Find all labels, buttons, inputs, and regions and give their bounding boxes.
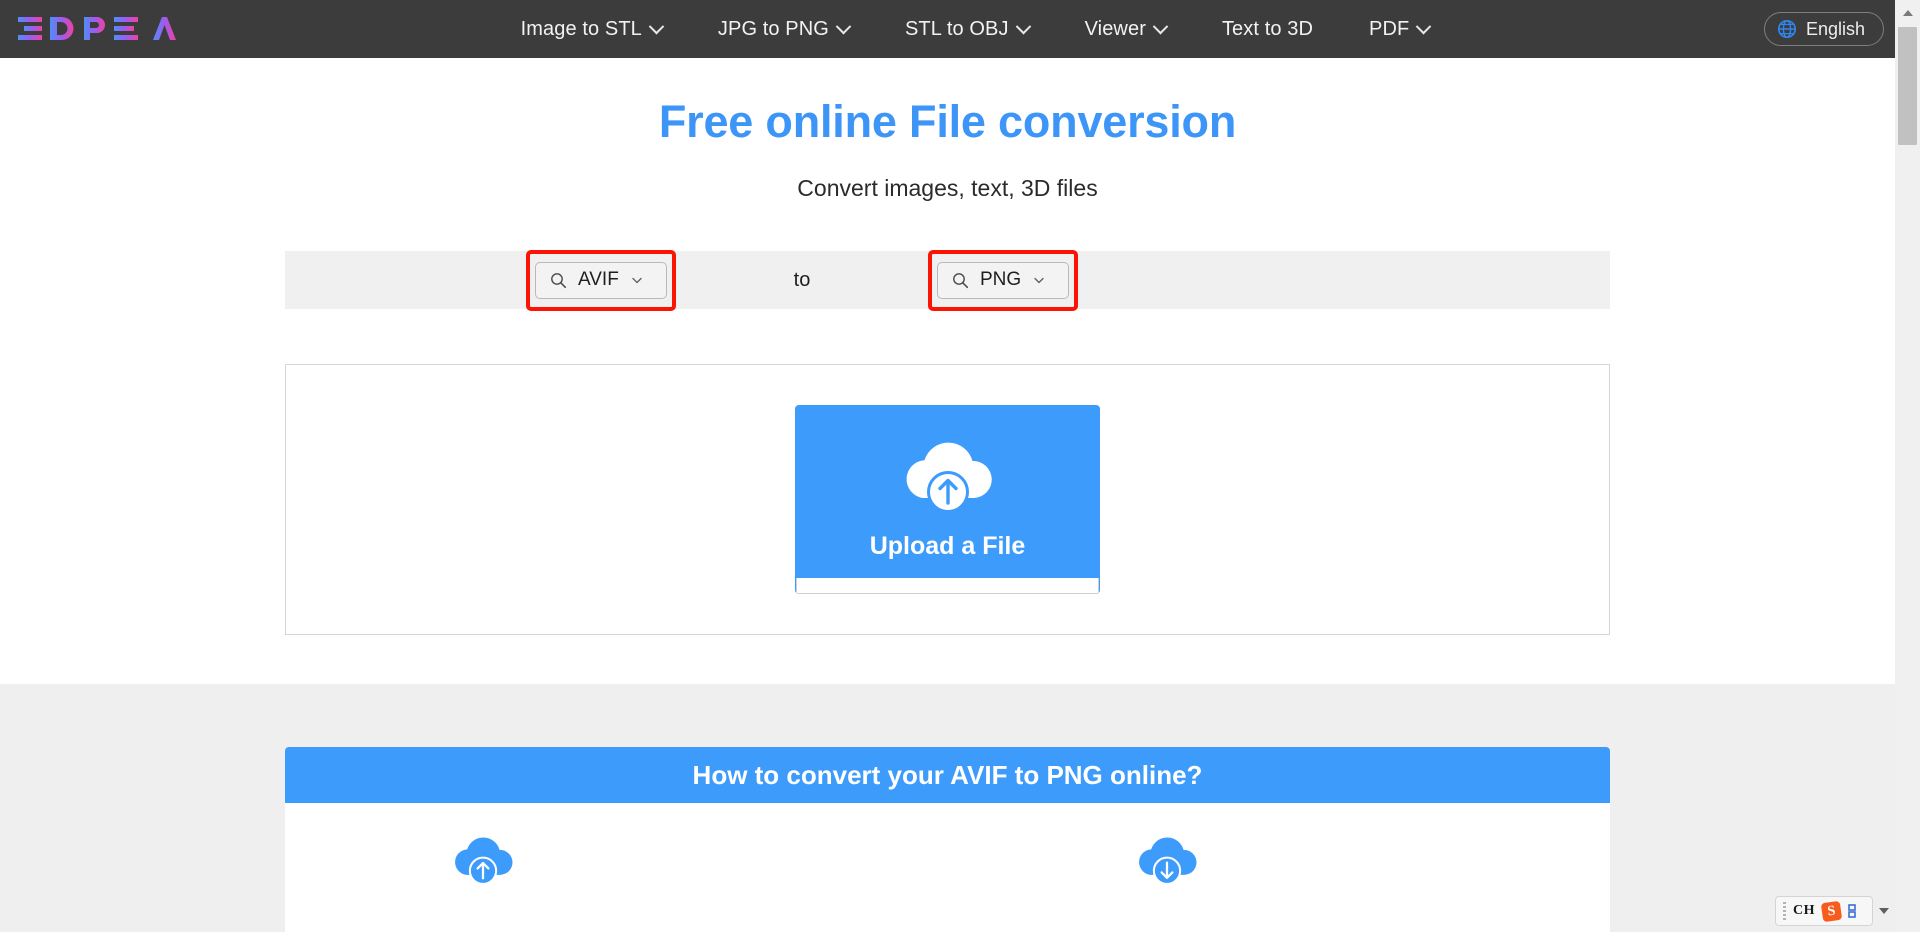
nav-item-label: STL to OBJ [904, 17, 1009, 40]
nav-item-jpg-to-png[interactable]: JPG to PNG [717, 17, 852, 41]
nav-item-stl-to-obj[interactable]: STL to OBJ [904, 17, 1031, 41]
nav-item-label: JPG to PNG [717, 17, 829, 40]
howto-card: How to convert your AVIF to PNG online? [285, 747, 1610, 932]
howto-step-2 [1131, 829, 1203, 891]
target-format-wrapper: PNG [928, 249, 1078, 311]
chevron-down-icon [1152, 18, 1169, 34]
top-navigation-bar: Image to STL JPG to PNG STL to OBJ Viewe… [0, 0, 1908, 58]
chevron-down-icon [1416, 18, 1432, 34]
cloud-upload-icon [906, 442, 992, 513]
nav-item-pdf[interactable]: PDF [1369, 17, 1432, 41]
scrollbar-up-button[interactable] [1895, 0, 1920, 25]
upload-drop-panel[interactable]: Upload a File [285, 364, 1610, 635]
page-root: Image to STL JPG to PNG STL to OBJ Viewe… [0, 0, 1920, 932]
source-format-select[interactable]: AVIF [535, 261, 667, 299]
conversion-separator-label: to [793, 268, 811, 291]
drag-handle-icon[interactable] [1783, 902, 1786, 920]
howto-heading: How to convert your AVIF to PNG online? [285, 747, 1610, 803]
search-icon [551, 272, 567, 288]
target-format-select[interactable]: PNG [937, 261, 1069, 299]
upload-button-bottom-strip [796, 578, 1099, 594]
format-conversion-bar: AVIF to PNG [285, 249, 1610, 311]
ime-panel[interactable]: CH S [1775, 896, 1873, 926]
search-icon [953, 272, 969, 288]
page-subtitle: Convert images, text, 3D files [797, 175, 1098, 201]
ime-toolbar[interactable]: CH S [1775, 896, 1889, 926]
upload-button-label: Upload a File [869, 532, 1026, 560]
ime-mode-label[interactable]: CH [1793, 903, 1815, 919]
keyboard-icon[interactable] [1848, 904, 1865, 918]
site-logo[interactable] [16, 12, 176, 46]
chevron-down-icon [632, 277, 642, 284]
chevron-down-icon [1034, 277, 1044, 284]
triangle-up-icon [1902, 9, 1913, 16]
cloud-download-icon [1139, 837, 1197, 885]
nav-item-image-to-stl[interactable]: Image to STL [520, 17, 665, 41]
upload-a-file-button[interactable]: Upload a File [795, 405, 1100, 594]
language-selector-button[interactable]: English [1763, 12, 1884, 46]
chevron-down-icon [1015, 18, 1031, 34]
source-format-wrapper: AVIF [526, 249, 676, 311]
nav-item-label: PDF [1369, 17, 1410, 40]
caret-down-icon[interactable] [1879, 908, 1889, 914]
howto-section: How to convert your AVIF to PNG online? [0, 684, 1895, 932]
howto-steps-container [285, 803, 1610, 932]
nav-item-label: Text to 3D [1221, 17, 1313, 40]
howto-step-1 [447, 829, 519, 891]
logo-3dpea-icon [18, 17, 176, 40]
scrollbar-thumb[interactable] [1898, 27, 1917, 145]
sogou-logo-icon[interactable]: S [1820, 900, 1843, 922]
nav-item-label: Viewer [1084, 17, 1146, 40]
nav-item-text-to-3d[interactable]: Text to 3D [1222, 18, 1313, 41]
language-label: English [1805, 18, 1865, 39]
globe-icon [1777, 19, 1797, 39]
target-format-value: PNG [980, 269, 1022, 290]
vertical-scrollbar[interactable] [1895, 0, 1920, 932]
nav-item-viewer[interactable]: Viewer [1084, 17, 1169, 41]
nav-item-label: Image to STL [520, 17, 642, 40]
nav-menu: Image to STL JPG to PNG STL to OBJ Viewe… [186, 18, 1764, 41]
page-title: Free online File conversion [658, 96, 1237, 147]
cloud-upload-icon [455, 837, 513, 885]
source-format-value: AVIF [578, 269, 619, 290]
chevron-down-icon [648, 18, 665, 34]
chevron-down-icon [835, 18, 852, 34]
